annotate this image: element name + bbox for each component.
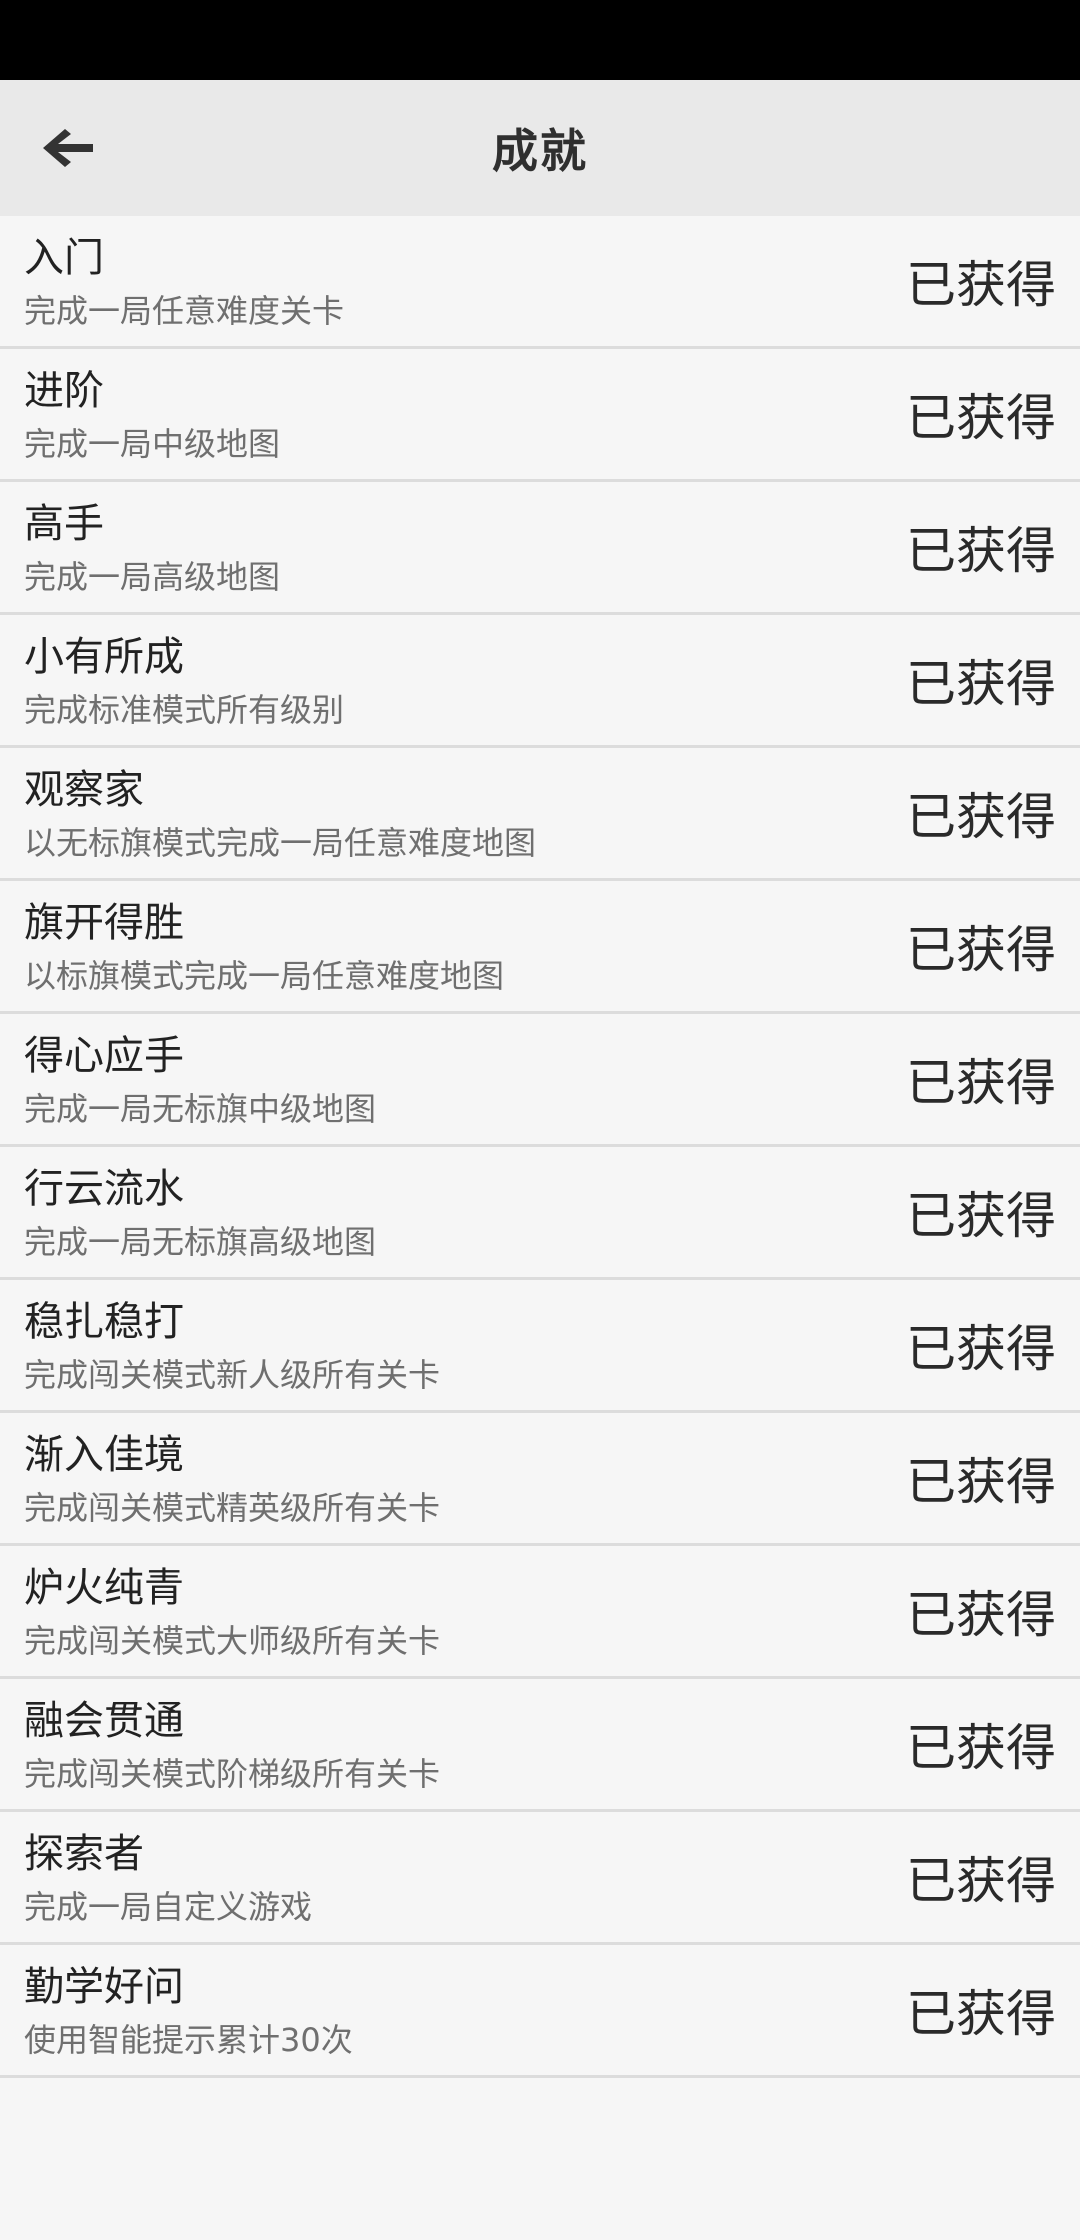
- achievement-description: 使用智能提示累计30次: [24, 2021, 353, 2059]
- achievement-status: 已获得: [906, 1586, 1056, 1644]
- achievement-title: 得心应手: [24, 1033, 184, 1079]
- achievement-status: 已获得: [906, 1054, 1056, 1112]
- achievement-description: 完成一局无标旗高级地图: [24, 1223, 377, 1261]
- achievement-list: 入门 完成一局任意难度关卡 已获得 进阶 完成一局中级地图 已获得 高手 完成一…: [0, 216, 1080, 2078]
- achievement-title: 行云流水: [24, 1166, 184, 1212]
- achievement-title: 渐入佳境: [24, 1432, 184, 1478]
- achievement-row[interactable]: 小有所成 完成标准模式所有级别 已获得: [0, 615, 1080, 748]
- achievement-status: 已获得: [906, 256, 1056, 314]
- achievement-description: 完成闯关模式新人级所有关卡: [24, 1356, 441, 1394]
- status-bar: [0, 0, 1080, 80]
- achievement-row[interactable]: 探索者 完成一局自定义游戏 已获得: [0, 1812, 1080, 1945]
- achievement-row[interactable]: 旗开得胜 以标旗模式完成一局任意难度地图 已获得: [0, 881, 1080, 1014]
- achievement-description: 完成一局中级地图: [24, 425, 281, 463]
- achievement-description: 完成一局无标旗中级地图: [24, 1090, 377, 1128]
- achievement-title: 炉火纯青: [24, 1565, 184, 1611]
- achievement-description: 完成闯关模式大师级所有关卡: [24, 1622, 441, 1660]
- achievement-row[interactable]: 进阶 完成一局中级地图 已获得: [0, 349, 1080, 482]
- achievement-description: 完成一局高级地图: [24, 558, 281, 596]
- achievement-row[interactable]: 入门 完成一局任意难度关卡 已获得: [0, 216, 1080, 349]
- achievement-row[interactable]: 观察家 以无标旗模式完成一局任意难度地图 已获得: [0, 748, 1080, 881]
- achievement-row[interactable]: 稳扎稳打 完成闯关模式新人级所有关卡 已获得: [0, 1280, 1080, 1413]
- achievement-status: 已获得: [906, 1985, 1056, 2043]
- achievement-title: 旗开得胜: [24, 900, 184, 946]
- achievement-status: 已获得: [906, 1187, 1056, 1245]
- achievement-title: 探索者: [24, 1831, 144, 1877]
- back-button[interactable]: [28, 112, 108, 184]
- achievement-title: 小有所成: [24, 634, 184, 680]
- achievement-title: 高手: [24, 501, 104, 547]
- achievement-description: 完成闯关模式阶梯级所有关卡: [24, 1755, 441, 1793]
- achievement-description: 完成闯关模式精英级所有关卡: [24, 1489, 441, 1527]
- achievement-description: 完成一局任意难度关卡: [24, 292, 345, 330]
- achievement-description: 完成一局自定义游戏: [24, 1888, 313, 1926]
- achievement-status: 已获得: [906, 1719, 1056, 1777]
- achievement-description: 以标旗模式完成一局任意难度地图: [24, 957, 505, 995]
- achievement-row[interactable]: 勤学好问 使用智能提示累计30次 已获得: [0, 1945, 1080, 2078]
- achievement-row[interactable]: 高手 完成一局高级地图 已获得: [0, 482, 1080, 615]
- achievement-row[interactable]: 炉火纯青 完成闯关模式大师级所有关卡 已获得: [0, 1546, 1080, 1679]
- achievement-row[interactable]: 得心应手 完成一局无标旗中级地图 已获得: [0, 1014, 1080, 1147]
- achievement-title: 稳扎稳打: [24, 1299, 184, 1345]
- achievement-status: 已获得: [906, 655, 1056, 713]
- achievement-title: 进阶: [24, 368, 104, 414]
- achievement-title: 观察家: [24, 767, 144, 813]
- achievement-status: 已获得: [906, 1852, 1056, 1910]
- arrow-left-icon: [43, 129, 93, 167]
- achievement-title: 入门: [24, 235, 104, 281]
- achievement-status: 已获得: [906, 1320, 1056, 1378]
- achievement-status: 已获得: [906, 921, 1056, 979]
- achievement-status: 已获得: [906, 1453, 1056, 1511]
- achievement-title: 融会贯通: [24, 1698, 184, 1744]
- app-bar: 成就: [0, 80, 1080, 216]
- achievement-title: 勤学好问: [24, 1964, 184, 2010]
- achievement-status: 已获得: [906, 522, 1056, 580]
- achievement-row[interactable]: 渐入佳境 完成闯关模式精英级所有关卡 已获得: [0, 1413, 1080, 1546]
- achievement-row[interactable]: 行云流水 完成一局无标旗高级地图 已获得: [0, 1147, 1080, 1280]
- achievement-status: 已获得: [906, 389, 1056, 447]
- achievement-row[interactable]: 融会贯通 完成闯关模式阶梯级所有关卡 已获得: [0, 1679, 1080, 1812]
- page-title: 成就: [492, 124, 588, 178]
- achievement-description: 以无标旗模式完成一局任意难度地图: [24, 824, 537, 862]
- achievement-description: 完成标准模式所有级别: [24, 691, 345, 729]
- achievement-status: 已获得: [906, 788, 1056, 846]
